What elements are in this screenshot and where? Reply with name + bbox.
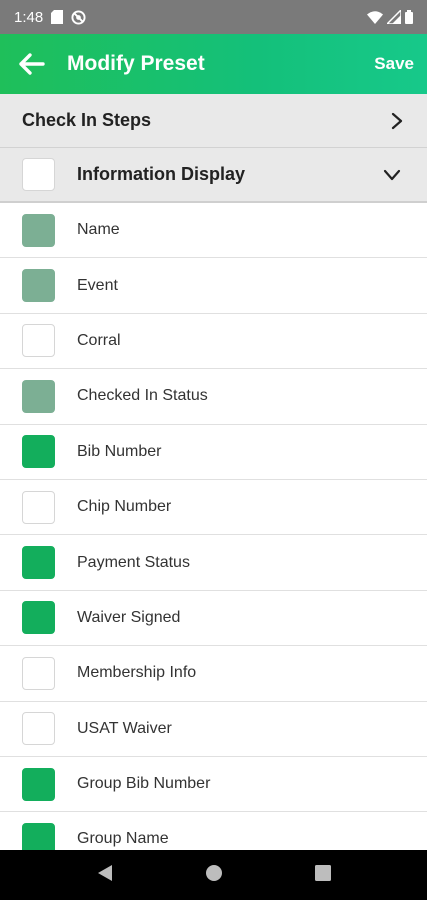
list-item[interactable]: Chip Number (0, 480, 427, 536)
signal-icon (387, 10, 401, 24)
system-nav-bar (0, 850, 427, 900)
list-item[interactable]: Bib Number (0, 425, 427, 480)
item-checkbox[interactable] (22, 712, 55, 746)
list-item[interactable]: Payment Status (0, 535, 427, 591)
wifi-icon (367, 10, 383, 24)
back-button[interactable] (0, 34, 62, 94)
nav-recents-icon[interactable] (314, 864, 331, 886)
check-in-steps-label: Check In Steps (22, 110, 152, 130)
item-label: Checked In Status (77, 387, 208, 405)
item-checkbox[interactable] (22, 656, 55, 690)
status-time: 1:48 (14, 8, 44, 26)
nav-back-icon[interactable] (97, 864, 113, 887)
page-title: Modify Preset (67, 52, 205, 75)
item-label: Payment Status (77, 553, 190, 571)
item-label: Chip Number (77, 498, 172, 516)
item-label: Group Name (77, 830, 169, 848)
item-checkbox[interactable] (22, 546, 55, 580)
item-label: Waiver Signed (77, 608, 181, 626)
item-label: Event (77, 276, 118, 294)
chevron-down-icon[interactable] (383, 169, 401, 181)
sd-card-icon (51, 10, 64, 24)
app-bar: Modify Preset Save (0, 34, 427, 94)
information-display-label: Information Display (77, 164, 246, 184)
list-item[interactable]: Name (0, 203, 427, 259)
status-bar: 1:48 (0, 0, 427, 34)
chevron-right-icon (391, 112, 403, 130)
item-checkbox[interactable] (22, 324, 55, 358)
item-checkbox[interactable] (22, 435, 55, 469)
item-checkbox[interactable] (22, 213, 55, 247)
list-item[interactable]: USAT Waiver (0, 702, 427, 757)
information-display-checkbox[interactable] (22, 158, 55, 191)
arrow-left-icon (19, 53, 45, 75)
item-checkbox[interactable] (22, 601, 55, 635)
information-display-list[interactable]: Name Event Corral Checked In Status Bib … (0, 203, 427, 850)
save-button[interactable]: Save (374, 54, 414, 74)
list-item[interactable]: Corral (0, 314, 427, 370)
do-not-disturb-icon (71, 9, 86, 25)
item-label: Group Bib Number (77, 775, 211, 793)
item-label: Name (77, 221, 120, 239)
item-checkbox[interactable] (22, 490, 55, 524)
list-item[interactable]: Waiver Signed (0, 591, 427, 647)
item-checkbox[interactable] (22, 767, 55, 801)
list-item[interactable]: Membership Info (0, 646, 427, 702)
nav-home-icon[interactable] (205, 864, 223, 887)
item-checkbox[interactable] (22, 269, 55, 303)
item-checkbox[interactable] (22, 379, 55, 413)
item-label: Corral (77, 331, 121, 349)
battery-icon (405, 10, 413, 24)
item-label: USAT Waiver (77, 719, 172, 737)
item-label: Bib Number (77, 442, 162, 460)
item-label: Membership Info (77, 664, 197, 682)
list-item[interactable]: Checked In Status (0, 369, 427, 425)
list-item[interactable]: Group Name (0, 812, 427, 850)
information-display-row[interactable]: Information Display (0, 148, 427, 203)
check-in-steps-row[interactable]: Check In Steps (0, 94, 427, 148)
list-item[interactable]: Event (0, 258, 427, 314)
list-item[interactable]: Group Bib Number (0, 757, 427, 813)
item-checkbox[interactable] (22, 822, 55, 850)
